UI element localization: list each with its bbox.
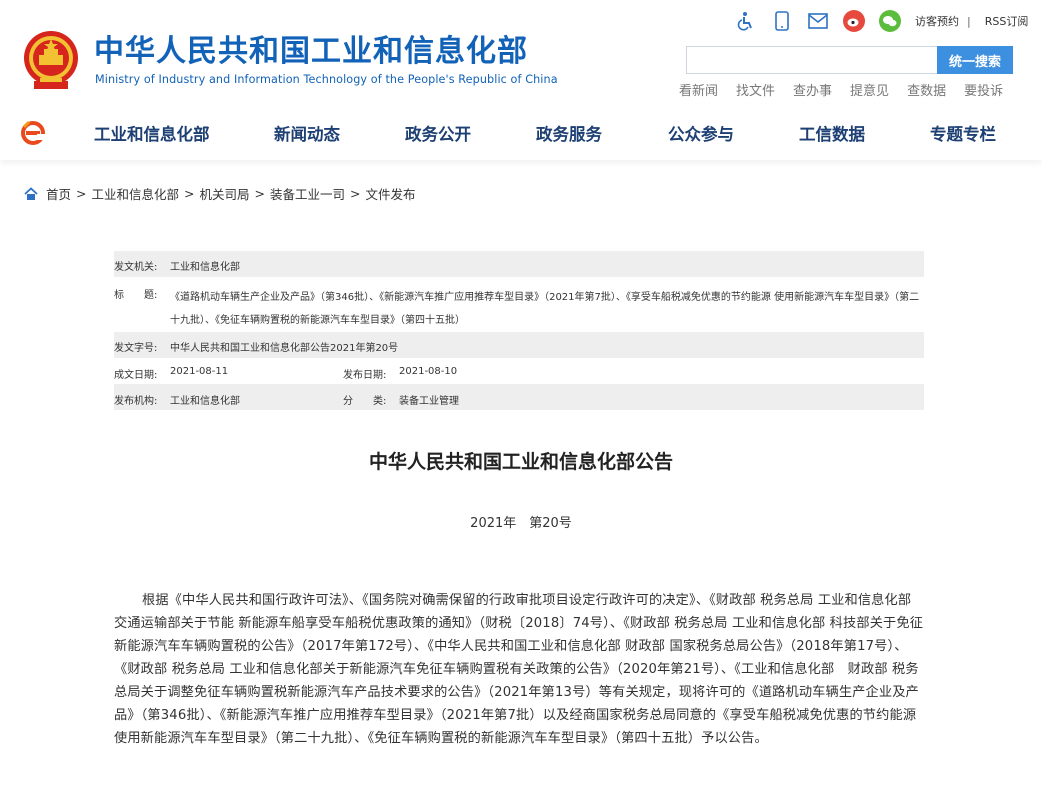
quick-link-services[interactable]: 查办事 [793,80,832,99]
nav-item-participation[interactable]: 公众参与 [668,121,734,145]
published-date-label: 发布日期: [343,370,387,381]
category-value: 装备工业管理 [399,396,459,407]
info-row-issuer: 发文机关: 工业和信息化部 [114,251,924,277]
breadcrumb-separator: > [254,186,265,201]
nav-item-data[interactable]: 工信数据 [799,121,865,145]
quick-link-feedback[interactable]: 提意见 [850,80,889,99]
info-row-dates: 成文日期: 2021-08-11 发布日期: 2021-08-10 [114,358,924,384]
site-title[interactable]: 中华人民共和国工业和信息化部 [94,34,528,70]
nav-item-news[interactable]: 新闻动态 [274,121,340,145]
org-value: 工业和信息化部 [170,396,240,407]
breadcrumb-home[interactable]: 首页 [46,184,71,203]
docno-label: 发文字号: [114,343,158,354]
top-toolbar: 访客预约 | RSS订阅 [735,9,1028,33]
title-value: 《道路机动车辆生产企业及产品》（第346批）、《新能源汽车推广应用推荐车型目录》… [170,292,920,326]
published-date-value: 2021-08-10 [399,366,458,377]
info-row-title: 标 题: 《道路机动车辆生产企业及产品》（第346批）、《新能源汽车推广应用推荐… [114,277,924,332]
breadcrumb-departments[interactable]: 机关司局 [200,184,250,203]
category-label: 分 类: [343,396,387,407]
document-body: 根据《中华人民共和国行政许可法》、《国务院对确需保留的行政审批项目设定行政许可的… [114,593,924,746]
docno-value: 中华人民共和国工业和信息化部公告2021年第20号 [170,343,399,354]
org-label: 发布机构: [114,396,158,407]
nav-item-gov-services[interactable]: 政务服务 [536,121,602,145]
info-row-org: 发布机构: 工业和信息化部 分 类: 装备工业管理 [114,384,924,410]
issuer-label: 发文机关: [114,262,158,273]
search-button[interactable]: 统一搜索 [937,46,1013,74]
document-number: 2021年 第20号 [470,516,572,531]
rss-link[interactable]: RSS订阅 [985,13,1029,29]
breadcrumb-ministry[interactable]: 工业和信息化部 [92,184,180,203]
mobile-icon[interactable] [771,10,793,32]
quick-links: 看新闻 找文件 查办事 提意见 查数据 要投诉 [679,80,1021,99]
breadcrumb-separator: > [184,186,195,201]
site-header: 中华人民共和国工业和信息化部 Ministry of Industry and … [0,0,1042,105]
visitor-appointment-link[interactable]: 访客预约 [915,13,959,29]
accessibility-icon[interactable] [735,10,757,32]
quick-link-files[interactable]: 找文件 [736,80,775,99]
main-nav: 工业和信息化部 新闻动态 政务公开 政务服务 公众参与 工信数据 专题专栏 [0,105,1042,160]
national-emblem-icon[interactable] [22,29,80,91]
wechat-icon[interactable] [879,10,901,32]
home-icon[interactable] [24,186,38,201]
info-row-docno: 发文字号: 中华人民共和国工业和信息化部公告2021年第20号 [114,332,924,358]
document-info-table: 发文机关: 工业和信息化部 标 题: 《道路机动车辆生产企业及产品》（第346批… [114,251,924,410]
issuer-value: 工业和信息化部 [170,262,240,273]
e-government-logo-icon[interactable] [20,119,48,147]
breadcrumb: 首页 > 工业和信息化部 > 机关司局 > 装备工业一司 > 文件发布 [24,184,416,203]
top-separator: | [967,14,971,28]
quick-link-data[interactable]: 查数据 [907,80,946,99]
document-title: 中华人民共和国工业和信息化部公告 [368,451,673,473]
mail-icon[interactable] [807,10,829,32]
nav-item-topics[interactable]: 专题专栏 [930,121,996,145]
quick-link-complaint[interactable]: 要投诉 [964,80,1003,99]
title-label: 标 题: [114,290,158,301]
breadcrumb-separator: > [76,186,87,201]
search-input[interactable] [686,46,938,74]
nav-item-ministry[interactable]: 工业和信息化部 [94,121,210,145]
weibo-icon[interactable] [843,10,865,32]
breadcrumb-separator: > [350,186,361,201]
created-date-label: 成文日期: [114,370,158,381]
site-subtitle: Ministry of Industry and Information Tec… [95,73,558,86]
breadcrumb-file-release[interactable]: 文件发布 [366,184,416,203]
breadcrumb-equipment-dept[interactable]: 装备工业一司 [270,184,345,203]
nav-item-gov-affairs[interactable]: 政务公开 [405,121,471,145]
quick-link-news[interactable]: 看新闻 [679,80,718,99]
created-date-value: 2021-08-11 [170,366,229,377]
